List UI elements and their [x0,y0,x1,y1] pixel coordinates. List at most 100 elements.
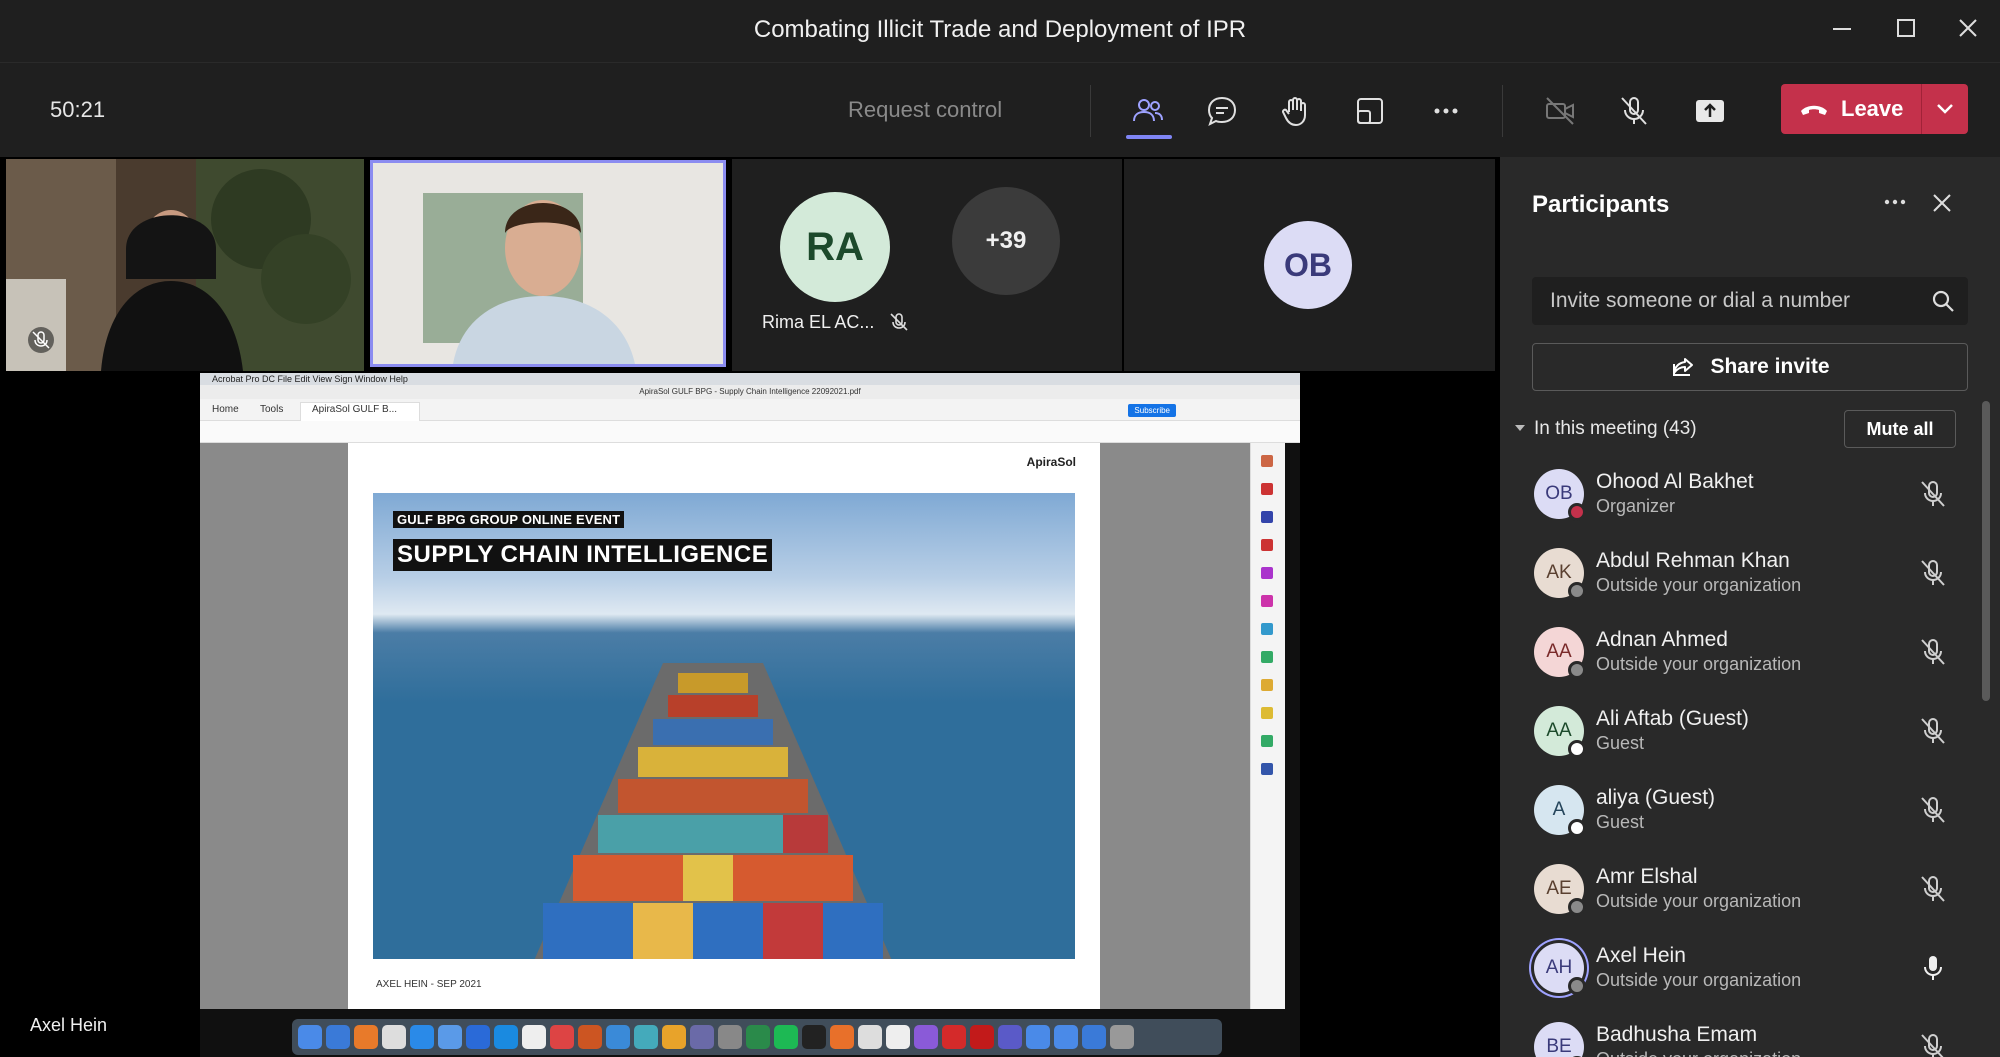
tool-icon[interactable] [1261,455,1273,467]
participant-row[interactable]: Aaliya (Guest) Guest [1500,773,1980,851]
dock-app-icon[interactable] [718,1025,742,1049]
meeting-toolbar: 50:21 Request control Leave [0,62,2000,157]
search-icon[interactable] [1930,288,1956,314]
dock-app-icon[interactable] [970,1025,994,1049]
dock-app-icon[interactable] [998,1025,1022,1049]
dock-app-icon[interactable] [802,1025,826,1049]
participant-row[interactable]: AH Axel Hein Outside your organization [1500,931,1980,1009]
subscribe-button[interactable]: Subscribe [1128,404,1176,417]
tool-icon[interactable] [1261,511,1273,523]
mic-off-icon[interactable] [1918,479,1948,509]
rooms-icon[interactable] [1348,89,1392,133]
dock-app-icon[interactable] [466,1025,490,1049]
participant-row[interactable]: AA Adnan Ahmed Outside your organization [1500,615,1980,693]
mic-off-icon[interactable] [1918,558,1948,588]
video-tile-participant[interactable] [6,159,364,371]
close-panel-icon[interactable] [1928,189,1956,217]
tool-icon[interactable] [1261,539,1273,551]
leave-label: Leave [1841,96,1904,121]
dock-app-icon[interactable] [522,1025,546,1049]
in-meeting-label[interactable]: In this meeting (43) [1534,418,1697,440]
share-invite-button[interactable]: Share invite [1532,343,1968,391]
invite-input[interactable] [1532,277,1968,325]
dock-app-icon[interactable] [690,1025,714,1049]
dock-app-icon[interactable] [494,1025,518,1049]
dock-app-icon[interactable] [942,1025,966,1049]
acrobat-canvas: ApiraSol GULF BPG GROUP ONLINE EVENT SUP… [200,443,1250,1009]
participant-row[interactable]: BE Badhusha Emam Outside your organization [1500,1010,1980,1057]
tool-icon[interactable] [1261,735,1273,747]
dock-app-icon[interactable] [298,1025,322,1049]
mic-off-icon[interactable] [1918,874,1948,904]
acrobat-tab-tools[interactable]: Tools [260,404,283,415]
mic-off-icon[interactable] [1918,637,1948,667]
participant-row[interactable]: OB Ohood Al Bakhet Organizer [1500,457,1980,535]
dock-app-icon[interactable] [354,1025,378,1049]
tool-icon[interactable] [1261,595,1273,607]
maximize-icon[interactable] [1890,14,1922,46]
video-tile-organizer[interactable]: OB [1124,159,1495,371]
participant-role: Outside your organization [1596,970,1802,990]
dock-app-icon[interactable] [1054,1025,1078,1049]
dock-app-icon[interactable] [746,1025,770,1049]
dock-app-icon[interactable] [858,1025,882,1049]
caret-down-icon[interactable] [1514,422,1526,434]
tool-icon[interactable] [1261,483,1273,495]
dock-app-icon[interactable] [634,1025,658,1049]
mute-all-button[interactable]: Mute all [1844,410,1956,448]
dock-app-icon[interactable] [886,1025,910,1049]
dock-app-icon[interactable] [774,1025,798,1049]
more-participants-badge[interactable]: +39 [952,187,1060,295]
dock-app-icon[interactable] [662,1025,686,1049]
dock-app-icon[interactable] [326,1025,350,1049]
request-control-button[interactable]: Request control [848,97,1002,123]
page-logo: ApiraSol [1026,455,1076,469]
dock-app-icon[interactable] [550,1025,574,1049]
participant-name: Ohood Al Bakhet [1596,470,1754,493]
mic-off-icon[interactable] [1918,716,1948,746]
participant-row[interactable]: AA Ali Aftab (Guest) Guest [1500,694,1980,772]
minimize-icon[interactable] [1826,14,1858,46]
video-tile-presenter[interactable] [370,160,726,367]
video-tile-avatars[interactable]: RA +39 Rima EL AC... [732,159,1122,371]
acrobat-tabs: Home Tools ApiraSol GULF B... Subscribe [200,399,1300,421]
panel-more-icon[interactable] [1880,187,1910,217]
mic-icon[interactable] [1918,953,1948,983]
participant-row[interactable]: AK Abdul Rehman Khan Outside your organiza… [1500,536,1980,614]
dock-app-icon[interactable] [830,1025,854,1049]
mic-off-icon[interactable] [1918,795,1948,825]
acrobat-tools-pane [1250,443,1285,1009]
dock-app-icon[interactable] [606,1025,630,1049]
leave-options-button[interactable] [1922,84,1968,134]
dock-app-icon[interactable] [1026,1025,1050,1049]
dock-app-icon[interactable] [410,1025,434,1049]
participants-icon[interactable] [1126,89,1170,133]
leave-main[interactable]: Leave [1781,84,1921,134]
mic-off-icon[interactable] [1918,1032,1948,1057]
share-screen-icon[interactable] [1688,89,1732,133]
dock-app-icon[interactable] [438,1025,462,1049]
tool-icon[interactable] [1261,651,1273,663]
camera-off-icon[interactable] [1538,89,1582,133]
leave-button[interactable]: Leave [1781,84,1968,134]
tool-icon[interactable] [1261,763,1273,775]
dock-app-icon[interactable] [1082,1025,1106,1049]
close-window-icon[interactable] [1952,14,1984,46]
tool-icon[interactable] [1261,679,1273,691]
shared-screen[interactable]: Acrobat Pro DC File Edit View Sign Windo… [200,373,1300,1057]
dock-app-icon[interactable] [578,1025,602,1049]
dock-app-icon[interactable] [914,1025,938,1049]
raise-hand-icon[interactable] [1274,89,1318,133]
panel-scrollbar[interactable] [1982,401,1990,701]
acrobat-tab-home[interactable]: Home [212,404,239,415]
tool-icon[interactable] [1261,567,1273,579]
dock-app-icon[interactable] [382,1025,406,1049]
dock-app-icon[interactable] [1110,1025,1134,1049]
participant-row[interactable]: AE Amr Elshal Outside your organization [1500,852,1980,930]
tool-icon[interactable] [1261,623,1273,635]
tool-icon[interactable] [1261,707,1273,719]
more-actions-icon[interactable] [1424,89,1468,133]
acrobat-tab-document[interactable]: ApiraSol GULF B... [312,404,397,415]
chat-icon[interactable] [1200,89,1244,133]
mic-off-icon[interactable] [1612,89,1656,133]
